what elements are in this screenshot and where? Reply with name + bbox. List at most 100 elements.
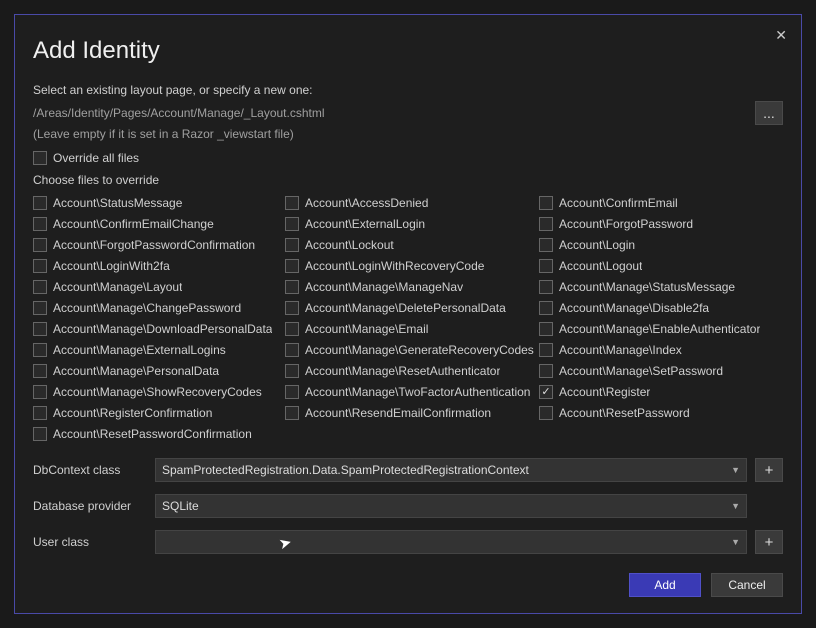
chevron-down-icon: ▼ [731,537,740,547]
file-label: Account\Manage\DeletePersonalData [305,301,506,315]
close-icon[interactable]: ✕ [771,23,791,48]
file-checkbox[interactable] [33,217,47,231]
file-label: Account\ResetPassword [559,406,690,420]
file-checkbox[interactable] [539,238,553,252]
file-checkbox[interactable] [539,364,553,378]
file-label: Account\Manage\Index [559,343,682,357]
dbcontext-combo[interactable]: SpamProtectedRegistration.Data.SpamProte… [155,458,747,482]
file-checkbox[interactable] [33,385,47,399]
file-checkbox[interactable] [539,343,553,357]
file-label: Account\Manage\Layout [53,280,182,294]
file-checkbox[interactable] [539,217,553,231]
file-label: Account\Login [559,238,635,252]
file-checkbox[interactable] [285,217,299,231]
file-checkbox[interactable] [285,259,299,273]
file-checkbox[interactable] [285,406,299,420]
file-item: Account\RegisterConfirmation [33,402,285,423]
dialog-title: Add Identity [33,37,783,65]
file-label: Account\AccessDenied [305,196,428,210]
file-label: Account\LoginWithRecoveryCode [305,259,484,273]
dbprovider-value: SQLite [162,499,199,513]
file-item: Account\Manage\DeletePersonalData [285,297,539,318]
file-checkbox[interactable] [33,406,47,420]
file-checkbox[interactable] [285,196,299,210]
file-item: Account\LoginWith2fa [33,255,285,276]
file-label: Account\ResendEmailConfirmation [305,406,491,420]
file-label: Account\ExternalLogin [305,217,425,231]
file-checkbox[interactable] [539,259,553,273]
file-item: Account\Manage\Disable2fa [539,297,783,318]
files-grid: Account\StatusMessageAccount\ConfirmEmai… [33,192,783,444]
file-label: Account\ForgotPasswordConfirmation [53,238,255,252]
browse-layout-button[interactable]: ... [755,101,783,125]
file-checkbox[interactable] [539,280,553,294]
file-item: Account\Manage\ChangePassword [33,297,285,318]
file-item: Account\ForgotPassword [539,213,783,234]
file-label: Account\RegisterConfirmation [53,406,212,420]
file-item: Account\ForgotPasswordConfirmation [33,234,285,255]
dbprovider-label: Database provider [33,499,147,513]
file-item: Account\Manage\Layout [33,276,285,297]
file-item: Account\Manage\DownloadPersonalData [33,318,285,339]
file-item: Account\Manage\ExternalLogins [33,339,285,360]
file-item: Account\LoginWithRecoveryCode [285,255,539,276]
file-checkbox[interactable] [285,385,299,399]
file-checkbox[interactable] [539,322,553,336]
file-checkbox[interactable] [285,364,299,378]
file-checkbox[interactable] [33,196,47,210]
add-button[interactable]: Add [629,573,701,597]
file-label: Account\Logout [559,259,642,273]
cancel-button[interactable]: Cancel [711,573,783,597]
file-checkbox[interactable] [33,301,47,315]
userclass-combo[interactable]: ▼ [155,530,747,554]
file-checkbox[interactable] [33,322,47,336]
file-label: Account\Manage\TwoFactorAuthentication [305,385,530,399]
file-checkbox[interactable] [33,238,47,252]
file-item: Account\Manage\EnableAuthenticator [539,318,783,339]
file-label: Account\Manage\DownloadPersonalData [53,322,272,336]
dbprovider-combo[interactable]: SQLite ▼ [155,494,747,518]
file-label: Account\Lockout [305,238,394,252]
add-userclass-button[interactable]: + [755,530,783,554]
file-item: Account\AccessDenied [285,192,539,213]
file-checkbox[interactable] [33,364,47,378]
file-label: Account\Manage\ResetAuthenticator [305,364,500,378]
dbcontext-value: SpamProtectedRegistration.Data.SpamProte… [162,463,529,477]
file-checkbox[interactable] [285,238,299,252]
file-checkbox[interactable] [33,280,47,294]
userclass-label: User class [33,535,147,549]
file-label: Account\Manage\Disable2fa [559,301,709,315]
layout-path-field[interactable]: /Areas/Identity/Pages/Account/Manage/_La… [33,104,747,122]
file-item: Account\Manage\TwoFactorAuthentication [285,381,539,402]
file-checkbox[interactable] [539,406,553,420]
override-all-checkbox[interactable] [33,151,47,165]
file-label: Account\Manage\ExternalLogins [53,343,226,357]
file-checkbox[interactable] [33,343,47,357]
file-label: Account\Register [559,385,650,399]
file-checkbox[interactable] [285,343,299,357]
file-checkbox[interactable] [285,301,299,315]
file-checkbox[interactable] [539,385,553,399]
file-label: Account\Manage\StatusMessage [559,280,735,294]
dbcontext-label: DbContext class [33,463,147,477]
file-item: Account\Register [539,381,783,402]
file-checkbox[interactable] [33,427,47,441]
file-checkbox[interactable] [285,280,299,294]
file-checkbox[interactable] [33,259,47,273]
file-item: Account\ResetPassword [539,402,783,423]
choose-files-heading: Choose files to override [33,173,783,187]
file-label: Account\Manage\Email [305,322,428,336]
file-checkbox[interactable] [285,322,299,336]
file-item: Account\ResendEmailConfirmation [285,402,539,423]
file-item: Account\StatusMessage [33,192,285,213]
file-item: Account\Lockout [285,234,539,255]
file-item: Account\Manage\ResetAuthenticator [285,360,539,381]
file-checkbox[interactable] [539,196,553,210]
file-item: Account\Manage\Index [539,339,783,360]
layout-hint: (Leave empty if it is set in a Razor _vi… [33,127,783,141]
file-label: Account\ForgotPassword [559,217,693,231]
file-checkbox[interactable] [539,301,553,315]
add-dbcontext-button[interactable]: + [755,458,783,482]
chevron-down-icon: ▼ [731,501,740,511]
file-label: Account\Manage\ManageNav [305,280,463,294]
